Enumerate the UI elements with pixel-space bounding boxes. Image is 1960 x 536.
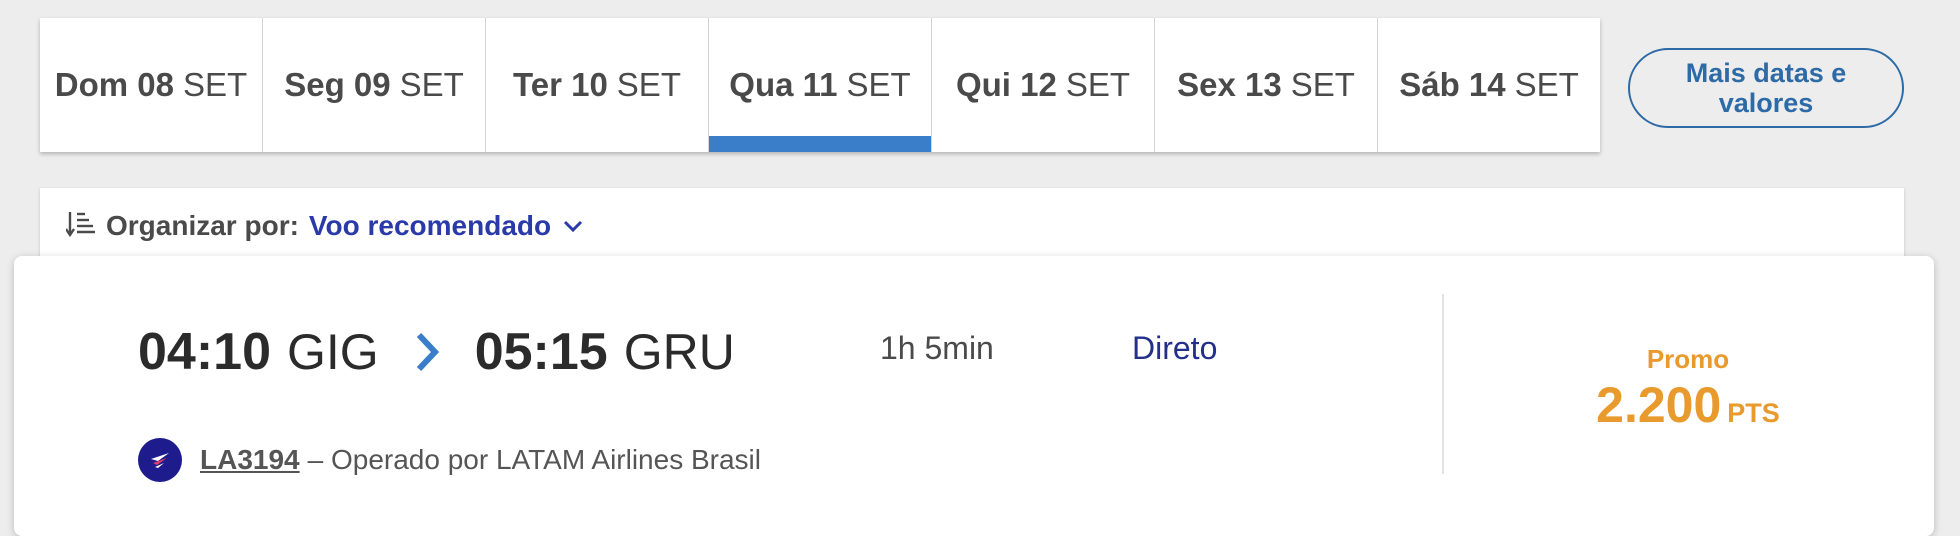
date-tab-month: SET xyxy=(1514,66,1579,103)
date-tab-qua-11[interactable]: Qua 11 SET xyxy=(709,18,932,152)
date-tab-day: Sáb 14 xyxy=(1399,66,1506,103)
flight-times: 04:10 GIG 05:15 GRU xyxy=(138,322,735,382)
sort-value: Voo recomendado xyxy=(308,210,552,241)
date-tab-day: Sex 13 xyxy=(1177,66,1282,103)
arrival-time: 05:15 xyxy=(474,323,608,381)
price-block[interactable]: Promo 2.200 PTS xyxy=(1442,344,1934,434)
flight-duration: 1h 5min xyxy=(880,330,994,366)
sort-dropdown[interactable]: Voo recomendado xyxy=(309,210,583,242)
date-tab-qui-12[interactable]: Qui 12 SET xyxy=(932,18,1155,152)
chevron-right-icon xyxy=(415,331,439,373)
sort-icon xyxy=(66,210,96,238)
flight-number-link[interactable]: LA3194 xyxy=(200,444,300,476)
airline-row: LA3194 – Operado por LATAM Airlines Bras… xyxy=(138,438,761,482)
date-tab-month: SET xyxy=(399,66,464,103)
chevron-down-icon xyxy=(563,219,583,233)
date-tab-month: SET xyxy=(1290,66,1355,103)
departure-airport: GIG xyxy=(287,324,379,380)
date-tab-sab-14[interactable]: Sáb 14 SET xyxy=(1378,18,1600,152)
price-unit: PTS xyxy=(1727,398,1780,428)
operated-by: – Operado por LATAM Airlines Brasil xyxy=(307,444,761,475)
flight-card[interactable]: 04:10 GIG 05:15 GRU 1h 5min Direto Promo… xyxy=(14,256,1934,536)
date-tab-month: SET xyxy=(1065,66,1131,103)
arrival-airport: GRU xyxy=(623,324,735,380)
date-tab-month: SET xyxy=(846,66,911,103)
date-tab-month: SET xyxy=(616,66,681,103)
date-tab-dom-08[interactable]: Dom 08 SET xyxy=(40,18,263,152)
date-tab-day: Seg 09 xyxy=(284,66,391,103)
date-tab-day: Dom 08 xyxy=(54,66,175,103)
date-tab-seg-09[interactable]: Seg 09 SET xyxy=(263,18,486,152)
price-value: 2.200 xyxy=(1596,377,1722,433)
flight-stops: Direto xyxy=(1132,330,1218,366)
date-tab-sex-13[interactable]: Sex 13 SET xyxy=(1155,18,1378,152)
date-tab-ter-10[interactable]: Ter 10 SET xyxy=(486,18,709,152)
latam-logo-icon xyxy=(138,438,182,482)
date-tab-month: SET xyxy=(183,66,248,103)
sort-label: Organizar por: xyxy=(106,210,299,241)
date-tab-day: Ter 10 xyxy=(513,66,608,103)
fare-label: Promo xyxy=(1646,344,1730,374)
departure-time: 04:10 xyxy=(138,323,271,381)
date-tab-day: Qua 11 xyxy=(729,66,838,103)
date-tab-day: Qui 12 xyxy=(955,66,1057,103)
date-tabs: Dom 08 SET Seg 09 SET Ter 10 SET Qua 11 SET … xyxy=(40,18,1600,152)
more-dates-button[interactable]: Mais datas e valores xyxy=(1628,48,1904,128)
